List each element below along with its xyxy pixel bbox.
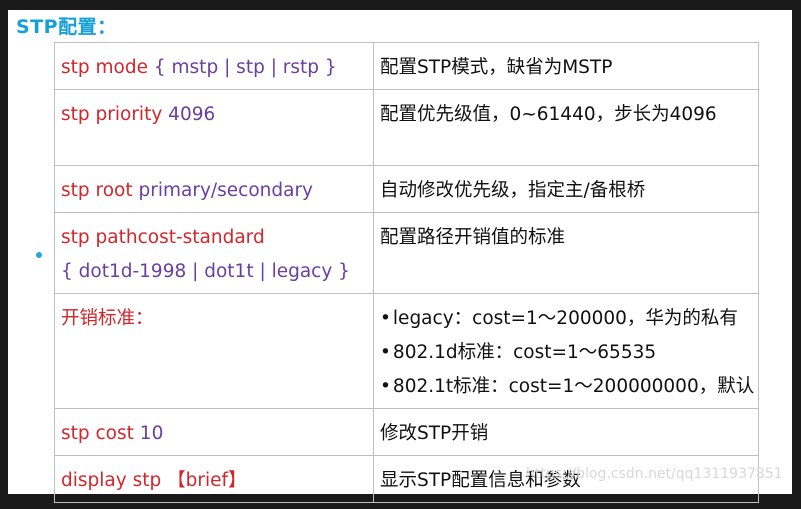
list-item: • 802.1t标准：cost=1～200000000，默认 <box>380 376 755 397</box>
command-cell: 开销标准： <box>54 293 374 409</box>
argument-text: { dot1d-1998 | dot1t | legacy } <box>61 261 350 282</box>
command-text: stp cost <box>61 423 134 444</box>
list-item: • legacy：cost=1～200000，华为的私有 <box>380 308 738 329</box>
command-cell: stp pathcost-standard { dot1d-1998 | dot… <box>54 212 374 294</box>
table-row: stp pathcost-standard { dot1d-1998 | dot… <box>54 212 759 294</box>
description-cell: 配置STP模式，缺省为MSTP <box>373 42 759 90</box>
command-cell: stp mode { mstp | stp | rstp } <box>54 42 374 90</box>
command-text: stp pathcost-standard <box>61 227 265 248</box>
page-title: STP配置： <box>16 16 117 38</box>
argument-text: { mstp | stp | rstp } <box>153 57 337 78</box>
command-text: stp mode <box>61 57 148 78</box>
table-row: stp cost 10 修改STP开销 <box>54 408 759 456</box>
description-cell: 配置路径开销值的标准 <box>373 212 759 294</box>
description-cell: • legacy：cost=1～200000，华为的私有 • 802.1d标准：co… <box>373 293 759 409</box>
argument-text: 10 <box>139 423 164 444</box>
table-row: stp mode { mstp | stp | rstp } 配置STP模式，缺… <box>54 42 759 90</box>
description-cell: 自动修改优先级，指定主/备根桥 <box>373 165 759 213</box>
section-label: 开销标准： <box>61 308 154 329</box>
bullet-icon: • <box>380 342 391 363</box>
bullet-icon: • <box>380 308 391 329</box>
list-item: • 802.1d标准：cost=1～65535 <box>380 342 657 363</box>
watermark: https://blog.csdn.net/qq1311937851 <box>526 466 783 482</box>
table-row: stp priority 4096 配置优先级值，0~61440，步长为4096 <box>54 89 759 166</box>
command-cell: stp priority 4096 <box>54 89 374 166</box>
command-cell: display stp 【brief】 <box>54 455 374 503</box>
command-cell: stp root primary/secondary <box>54 165 374 213</box>
argument-text: 4096 <box>168 104 216 125</box>
command-text: stp root <box>61 180 133 201</box>
command-text: stp priority <box>61 104 163 125</box>
description-cell: 修改STP开销 <box>373 408 759 456</box>
argument-text: 【brief】 <box>167 470 247 491</box>
description-cell: 配置优先级值，0~61440，步长为4096 <box>373 89 759 166</box>
bullet-icon <box>36 252 42 258</box>
table-row: stp root primary/secondary 自动修改优先级，指定主/备… <box>54 165 759 213</box>
stp-command-table: stp mode { mstp | stp | rstp } 配置STP模式，缺… <box>54 42 759 503</box>
bullet-icon: • <box>380 376 391 397</box>
table-row: 开销标准： • legacy：cost=1～200000，华为的私有 • 802.1… <box>54 293 759 409</box>
command-cell: stp cost 10 <box>54 408 374 456</box>
argument-text: primary/secondary <box>138 180 314 201</box>
command-text: display stp <box>61 470 162 491</box>
